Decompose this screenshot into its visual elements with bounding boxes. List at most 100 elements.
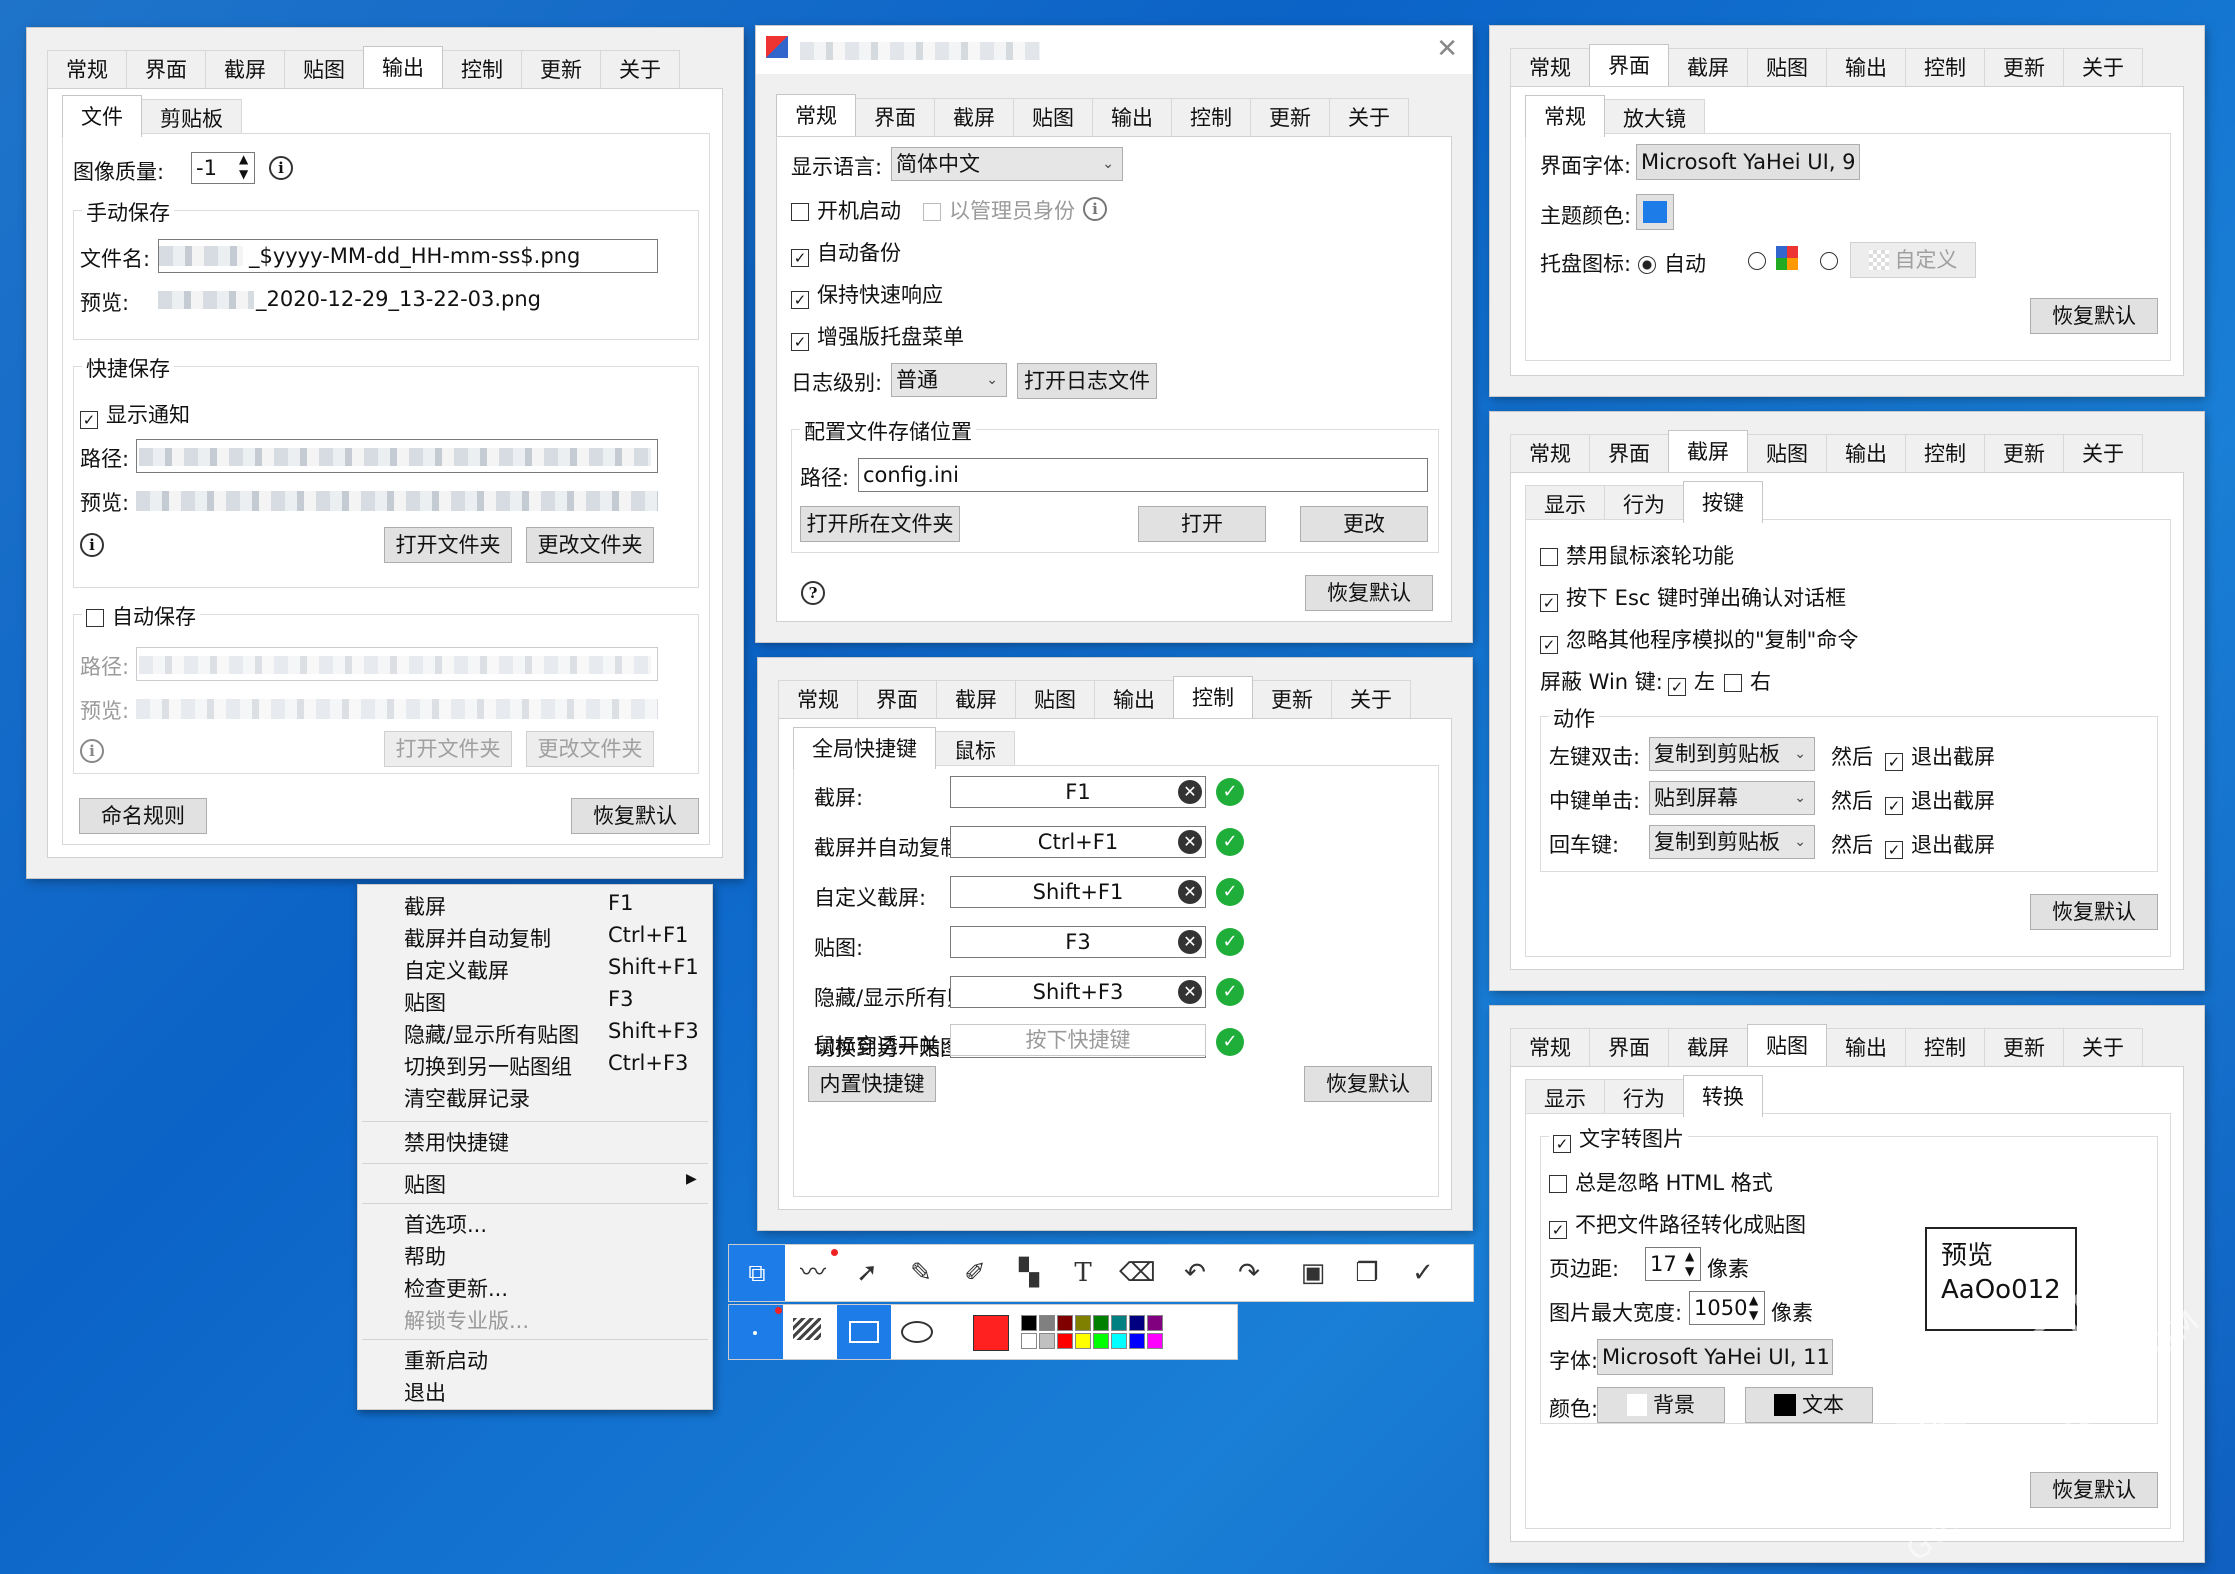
change-folder-button[interactable]: 更改文件夹: [526, 527, 654, 563]
tab-about[interactable]: 关于: [2063, 1028, 2143, 1066]
tab-update[interactable]: 更新: [1984, 48, 2064, 86]
hotkey-field[interactable]: F3: [950, 926, 1206, 958]
undo-icon[interactable]: ↶: [1177, 1255, 1213, 1291]
tab-control[interactable]: 控制: [1171, 98, 1251, 136]
menu-item[interactable]: 自定义截屏: [404, 955, 509, 985]
text-color-button[interactable]: 文本: [1745, 1387, 1873, 1423]
open-button[interactable]: 打开: [1138, 506, 1266, 542]
color-swatch[interactable]: [1093, 1315, 1109, 1331]
rectangle-icon[interactable]: [849, 1321, 879, 1343]
tab-about[interactable]: 关于: [1331, 680, 1411, 718]
clear-hotkey-icon[interactable]: ✕: [1178, 980, 1202, 1004]
filename-field[interactable]: _$yyyy-MM-dd_HH-mm-ss$.png: [158, 239, 658, 273]
subtab-behavior[interactable]: 行为: [1604, 1079, 1684, 1117]
menu-item-exit[interactable]: 退出: [404, 1377, 446, 1407]
tab-interface[interactable]: 界面: [1589, 1028, 1669, 1066]
show-notify-checkbox[interactable]: ✓ 显示通知: [80, 399, 190, 429]
hotkey-field[interactable]: Shift+F3: [950, 976, 1206, 1008]
color-swatch[interactable]: [1039, 1333, 1055, 1349]
marker-icon[interactable]: ✐: [957, 1255, 993, 1291]
action-select[interactable]: 贴到屏幕 ⌄: [1649, 781, 1815, 815]
info-icon[interactable]: i: [1083, 197, 1107, 221]
close-icon[interactable]: ✕: [1436, 34, 1458, 64]
ignore-copy-checkbox[interactable]: ✓ 忽略其他程序模拟的"复制"命令: [1540, 624, 1858, 654]
color-swatch[interactable]: [1057, 1333, 1073, 1349]
quick-path-field[interactable]: [136, 439, 658, 473]
tab-output[interactable]: 输出: [1826, 48, 1906, 86]
tab-output[interactable]: 输出: [363, 46, 443, 88]
color-swatch[interactable]: [1129, 1333, 1145, 1349]
mouse-through-hotkey-field[interactable]: 按下快捷键: [950, 1024, 1206, 1056]
keep-fast-checkbox[interactable]: ✓ 保持快速响应: [791, 279, 943, 309]
auto-save-checkbox[interactable]: 自动保存: [82, 601, 200, 631]
tab-paste[interactable]: 贴图: [1747, 1024, 1827, 1066]
tab-general[interactable]: 常规: [1510, 1028, 1590, 1066]
language-select[interactable]: 简体中文 ⌄: [891, 147, 1123, 181]
menu-item[interactable]: 切换到另一贴图组: [404, 1051, 572, 1081]
theme-color-button[interactable]: [1636, 194, 1674, 230]
arrow-icon[interactable]: ➚: [849, 1255, 885, 1291]
tab-paste[interactable]: 贴图: [1747, 434, 1827, 472]
tab-update[interactable]: 更新: [1250, 98, 1330, 136]
tab-interface[interactable]: 界面: [857, 680, 937, 718]
curve-icon[interactable]: 〰: [795, 1255, 831, 1291]
done-icon[interactable]: ✓: [1405, 1255, 1441, 1291]
tab-capture[interactable]: 截屏: [936, 680, 1016, 718]
color-swatch[interactable]: [1021, 1315, 1037, 1331]
mosaic-icon[interactable]: ▚: [1011, 1255, 1047, 1291]
spinner-arrows[interactable]: ▲ ▼: [1685, 1249, 1694, 1279]
text-to-image-checkbox[interactable]: ✓ 文字转图片: [1549, 1123, 1688, 1153]
info-icon[interactable]: i: [269, 156, 293, 180]
open-folder-button[interactable]: 打开文件夹: [384, 527, 512, 563]
open-containing-folder-button[interactable]: 打开所在文件夹: [800, 506, 960, 542]
tab-general[interactable]: 常规: [47, 50, 127, 88]
font-picker-button[interactable]: Microsoft YaHei UI, 11: [1597, 1339, 1833, 1375]
spinner-arrows[interactable]: ▲ ▼: [239, 152, 248, 182]
tab-capture[interactable]: 截屏: [1668, 48, 1748, 86]
menu-item-disable-hotkeys[interactable]: 禁用快捷键: [404, 1127, 509, 1157]
tab-update[interactable]: 更新: [1984, 1028, 2064, 1066]
clear-hotkey-icon[interactable]: ✕: [1178, 880, 1202, 904]
redo-icon[interactable]: ↷: [1231, 1255, 1267, 1291]
color-swatch[interactable]: [1147, 1315, 1163, 1331]
block-win-right-checkbox[interactable]: 右: [1724, 666, 1771, 696]
restore-defaults-button[interactable]: 恢复默认: [1304, 1066, 1432, 1102]
pen-icon[interactable]: ✎: [903, 1255, 939, 1291]
startup-checkbox[interactable]: 开机启动: [791, 195, 901, 225]
eraser-icon[interactable]: ⌫: [1119, 1255, 1156, 1291]
config-path-field[interactable]: config.ini: [858, 458, 1428, 492]
help-icon[interactable]: ?: [801, 581, 825, 605]
color-swatch[interactable]: [1111, 1315, 1127, 1331]
save-icon[interactable]: ▣: [1295, 1255, 1331, 1291]
enhanced-tray-checkbox[interactable]: ✓ 增强版托盘菜单: [791, 321, 964, 351]
color-swatch[interactable]: [1111, 1333, 1127, 1349]
subtab-convert[interactable]: 转换: [1683, 1075, 1763, 1117]
tab-capture[interactable]: 截屏: [205, 50, 285, 88]
tab-about[interactable]: 关于: [600, 50, 680, 88]
builtin-hotkeys-button[interactable]: 内置快捷键: [808, 1066, 936, 1102]
color-swatch[interactable]: [1039, 1315, 1055, 1331]
tab-paste[interactable]: 贴图: [1013, 98, 1093, 136]
menu-item-preferences[interactable]: 首选项...: [404, 1209, 487, 1239]
block-win-left-checkbox[interactable]: ✓ 左: [1668, 666, 1715, 696]
tray-color-radio[interactable]: [1748, 248, 1766, 272]
change-button[interactable]: 更改: [1300, 506, 1428, 542]
tab-output[interactable]: 输出: [1092, 98, 1172, 136]
tab-update[interactable]: 更新: [1984, 434, 2064, 472]
hatch-fill-icon[interactable]: [793, 1318, 821, 1340]
color-swatch[interactable]: [1021, 1333, 1037, 1349]
disable-wheel-checkbox[interactable]: 禁用鼠标滚轮功能: [1540, 540, 1734, 570]
restore-defaults-button[interactable]: 恢复默认: [571, 798, 699, 834]
hotkey-field[interactable]: Ctrl+F1: [950, 826, 1206, 858]
background-color-button[interactable]: 背景: [1597, 1387, 1725, 1423]
menu-item-help[interactable]: 帮助: [404, 1241, 446, 1271]
menu-item[interactable]: 隐藏/显示所有贴图: [404, 1019, 579, 1049]
menu-item[interactable]: 截屏: [404, 891, 446, 921]
tray-auto-radio[interactable]: 自动: [1638, 248, 1706, 278]
subtab-clipboard[interactable]: 剪贴板: [141, 99, 242, 137]
menu-item-check-update[interactable]: 检查更新...: [404, 1273, 508, 1303]
exit-capture-checkbox[interactable]: ✓ 退出截屏: [1885, 785, 1995, 815]
font-picker-button[interactable]: Microsoft YaHei UI, 9: [1636, 144, 1860, 180]
no-path-paste-checkbox[interactable]: ✓ 不把文件路径转化成贴图: [1549, 1209, 1806, 1239]
tab-paste[interactable]: 贴图: [284, 50, 364, 88]
